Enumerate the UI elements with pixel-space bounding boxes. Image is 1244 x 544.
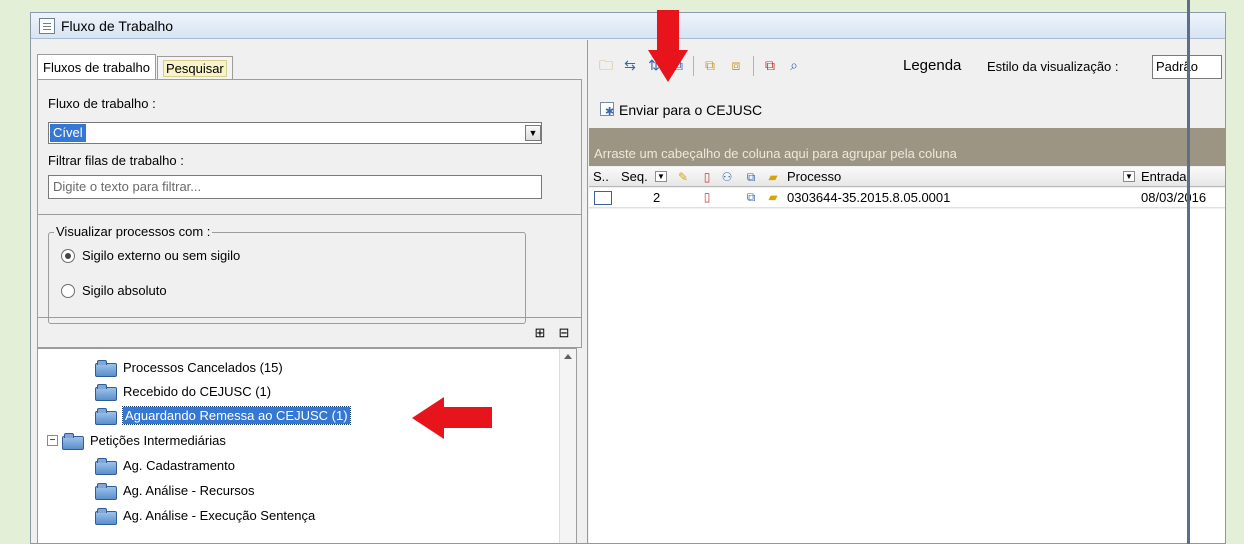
send-cejusc-label: Enviar para o CEJUSC (619, 102, 763, 118)
chevron-down-icon[interactable]: ▼ (525, 125, 541, 141)
tree-item-label: Recebido do CEJUSC (1) (123, 383, 272, 399)
link-icon: ⧉ (746, 190, 756, 204)
divider (38, 214, 581, 215)
table-row[interactable]: 2 ▯ ⧉ ▰ 0303644-35.2015.8.05.0001 08/03/… (589, 188, 1225, 208)
folder-icon (95, 359, 117, 377)
tree-item-label: Processos Cancelados (15) (123, 359, 283, 375)
grid-header: S.. Seq. ▼ ✎ ▯ ⚇ ⧉ ▰ Processo ▼ Entrada (589, 167, 1225, 187)
row-checkbox[interactable] (594, 191, 612, 205)
folder-status-icon: ▰ (768, 190, 778, 204)
title-bar: Fluxo de Trabalho (31, 13, 1225, 39)
document-icon: ▯ (703, 190, 711, 204)
folder-icon (95, 482, 117, 500)
people-icon: ⚇ (721, 170, 733, 184)
folder-icon (95, 407, 117, 425)
folder-icon (62, 432, 84, 450)
arrow-shaft (442, 407, 492, 428)
window-edge (1187, 0, 1190, 544)
arrow-shaft (657, 10, 679, 52)
cell-processo: 0303644-35.2015.8.05.0001 (787, 190, 951, 205)
right-pane: 🗀 ⇆ ⇅ ⧉ ⧉ ⧈ ⧉ ⌕ Legenda Estilo da visual… (589, 40, 1225, 543)
toolbar-separator (753, 56, 754, 76)
link-icon: ⧉ (746, 170, 756, 184)
arrow-head (648, 50, 688, 82)
tree-item-label: Petições Intermediárias (90, 432, 226, 448)
tree-item-label: Ag. Análise - Execução Sentença (123, 507, 316, 523)
tree-scrollbar[interactable] (559, 349, 576, 543)
collapse-tree-icon[interactable]: ⊟ (556, 326, 572, 340)
folder-status-icon: ▰ (768, 170, 778, 184)
group-by-area[interactable]: Arraste um cabeçalho de coluna aqui para… (589, 128, 1225, 166)
left-tabs: Fluxos de trabalho Pesquisar (37, 54, 233, 80)
col-seq-header[interactable]: Seq. (621, 169, 648, 184)
folder-icon (95, 507, 117, 525)
window-icon (39, 17, 55, 34)
col-processo-header[interactable]: Processo (787, 169, 841, 184)
left-pane: Fluxos de trabalho Pesquisar Fluxo de tr… (31, 40, 588, 543)
expand-tree-icon[interactable]: ⊞ (532, 326, 548, 340)
tree-item-processos-cancelados[interactable]: Processos Cancelados (15) (95, 356, 283, 378)
folder-icon (95, 457, 117, 475)
tree-toolbar: ⊞ ⊟ (37, 318, 582, 348)
radio-sigilo-externo[interactable]: Sigilo externo ou sem sigilo (61, 248, 240, 263)
tree-item-ag-cadastramento[interactable]: Ag. Cadastramento (95, 454, 235, 476)
radio-sigilo-absoluto-label: Sigilo absoluto (82, 283, 167, 298)
send-icon[interactable]: ⇆ (621, 57, 639, 73)
tree-item-aguardando-remessa[interactable]: Aguardando Remessa ao CEJUSC (1) (95, 404, 351, 426)
tree-item-ag-analise-execucao[interactable]: Ag. Análise - Execução Sentença (95, 504, 315, 526)
tree-item-label: Ag. Cadastramento (123, 457, 236, 473)
red-arrow-left-icon (412, 397, 492, 439)
legenda-button[interactable]: Legenda (903, 57, 961, 74)
scroll-up-icon[interactable] (564, 354, 572, 359)
document-icon: ▯ (703, 170, 711, 184)
col-s-header[interactable]: S.. (593, 169, 609, 184)
copy-icon[interactable]: ⧉ (701, 57, 719, 73)
processo-filter-icon[interactable]: ▼ (1123, 171, 1135, 182)
window-title: Fluxo de Trabalho (61, 17, 174, 34)
radio-empty-icon (61, 283, 75, 298)
gear-document-icon (599, 102, 615, 118)
red-arrow-down-icon (648, 10, 688, 85)
workflow-window: Fluxo de Trabalho Fluxos de trabalho Pes… (30, 12, 1226, 544)
tab-fluxos-de-trabalho[interactable]: Fluxos de trabalho (37, 54, 156, 80)
report-icon[interactable]: ⧉ (761, 57, 779, 73)
seq-filter-icon[interactable]: ▼ (655, 171, 667, 182)
cell-seq: 2 (653, 190, 661, 205)
arrow-head (412, 397, 444, 439)
visualizar-group: Visualizar processos com : Sigilo extern… (48, 224, 526, 324)
estilo-label: Estilo da visualização : (987, 59, 1119, 74)
tree-item-peticoes-intermediarias[interactable]: − Petições Intermediárias (47, 429, 226, 451)
workflow-panel: Fluxo de trabalho : Cível ▼ Filtrar fila… (37, 79, 582, 324)
collapse-icon[interactable]: − (47, 434, 58, 446)
radio-sigilo-externo-label: Sigilo externo ou sem sigilo (82, 248, 241, 263)
toolbar-separator (693, 56, 694, 76)
radio-sigilo-absoluto[interactable]: Sigilo absoluto (61, 283, 167, 298)
grid-body (589, 209, 1225, 543)
visualizar-label: Visualizar processos com : (54, 224, 213, 239)
fluxo-label: Fluxo de trabalho : (48, 96, 156, 111)
paste-icon[interactable]: ⧈ (727, 57, 745, 73)
tree-item-ag-analise-recursos[interactable]: Ag. Análise - Recursos (95, 479, 255, 501)
col-entrada-header[interactable]: Entrada (1141, 169, 1187, 184)
cell-entrada: 08/03/2016 (1141, 190, 1207, 205)
tab-pesquisar-label: Pesquisar (162, 60, 227, 77)
tree-item-recebido-cejusc[interactable]: Recebido do CEJUSC (1) (95, 380, 271, 402)
open-folder-icon[interactable]: 🗀 (597, 57, 615, 73)
search-document-icon[interactable]: ⌕ (785, 57, 803, 73)
tab-pesquisar[interactable]: Pesquisar (156, 56, 233, 80)
fluxo-selected-value: Cível (50, 124, 86, 142)
filtrar-label: Filtrar filas de trabalho : (48, 153, 184, 168)
filter-input[interactable]: Digite o texto para filtrar... (48, 175, 542, 199)
workflow-tree: Processos Cancelados (15) Recebido do CE… (37, 348, 577, 543)
tree-item-label: Ag. Análise - Recursos (123, 482, 255, 498)
radio-selected-icon (61, 248, 75, 263)
send-cejusc-button[interactable]: Enviar para o CEJUSC (599, 102, 762, 118)
tree-item-label-selected: Aguardando Remessa ao CEJUSC (1) (122, 405, 351, 425)
note-icon: ✎ (677, 170, 689, 184)
fluxo-select[interactable]: Cível ▼ (48, 122, 542, 144)
folder-icon (95, 383, 117, 401)
